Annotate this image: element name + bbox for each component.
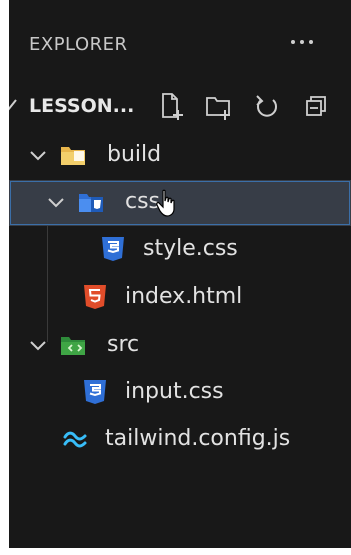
tree-item-style-css[interactable]: style.css <box>9 227 351 273</box>
tree-item-src[interactable]: src <box>9 323 351 369</box>
tree-item-label: style.css <box>143 236 238 261</box>
new-folder-icon[interactable] <box>205 91 233 121</box>
refresh-icon[interactable] <box>253 91 281 121</box>
tree-item-tailwind-config[interactable]: tailwind.config.js <box>9 417 351 463</box>
folder-src-icon <box>61 337 85 355</box>
tree-item-css[interactable]: css <box>9 180 351 226</box>
ellipsis-icon[interactable] <box>285 30 319 54</box>
tree-item-build[interactable]: build <box>9 133 351 179</box>
collapse-all-icon[interactable] <box>303 91 331 121</box>
tree-item-input-css[interactable]: input.css <box>9 370 351 416</box>
css3-icon <box>84 380 106 404</box>
chevron-down-icon <box>30 341 46 351</box>
tree-item-label: index.html <box>125 284 243 309</box>
tree-item-label: input.css <box>125 379 224 404</box>
tree-item-label: build <box>107 142 162 167</box>
hand-pointer-icon <box>156 189 175 217</box>
explorer-panel: EXPLORER LESSON... build css style.css i… <box>9 0 351 555</box>
folder-build-icon <box>61 147 85 165</box>
new-file-icon[interactable] <box>157 91 185 121</box>
tree-item-label: css <box>125 189 161 214</box>
chevron-down-icon <box>9 99 17 111</box>
chevron-down-icon <box>30 151 46 161</box>
tree-item-label: tailwind.config.js <box>105 426 291 451</box>
section-title: LESSON... <box>29 95 135 117</box>
section-header-lesson[interactable]: LESSON... <box>9 84 351 128</box>
chevron-down-icon <box>48 198 64 208</box>
explorer-header: EXPLORER <box>9 0 351 90</box>
explorer-title: EXPLORER <box>29 34 128 55</box>
tailwind-icon <box>63 431 87 448</box>
html5-icon <box>84 285 106 309</box>
tree-item-label: src <box>107 332 140 357</box>
folder-css-icon <box>79 194 103 212</box>
css3-icon <box>102 237 124 261</box>
tree-item-index-html[interactable]: index.html <box>9 275 351 321</box>
bottom-edge <box>9 548 351 555</box>
